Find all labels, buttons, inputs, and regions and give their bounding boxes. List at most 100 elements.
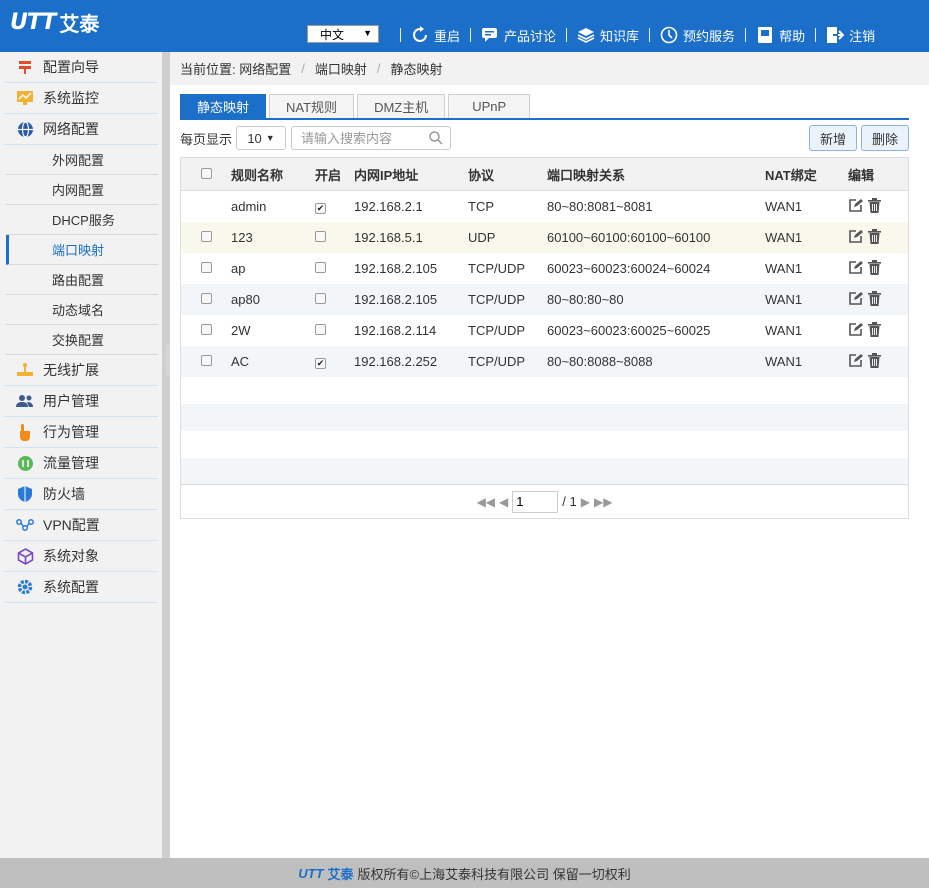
edit-icon[interactable] xyxy=(848,198,863,216)
edit-icon[interactable] xyxy=(848,229,863,247)
last-page-icon[interactable]: ▶▶ xyxy=(594,495,612,509)
sidebar-item-wireless[interactable]: 无线扩展 xyxy=(4,355,158,386)
port-mapping: 60023~60023:60024~60024 xyxy=(547,261,711,276)
edit-icon[interactable] xyxy=(848,260,863,278)
page-input[interactable] xyxy=(512,490,559,513)
row-select-cell xyxy=(181,354,231,369)
tab-static-mapping[interactable]: 静态映射 xyxy=(180,94,267,118)
knowledge-base-icon xyxy=(577,26,595,44)
sidebar-item-objects[interactable]: 系统对象 xyxy=(4,541,158,572)
language-select[interactable]: 中文 ▼ xyxy=(307,25,379,43)
sidebar-item-label: 无线扩展 xyxy=(43,362,99,378)
breadcrumb-level3: 静态映射 xyxy=(390,62,443,77)
footer-logo-mark: UTT xyxy=(298,865,324,881)
delete-icon[interactable] xyxy=(868,228,881,247)
rule-name: ap80 xyxy=(231,292,260,307)
sidebar-scrollbar[interactable] xyxy=(162,52,170,858)
monitor-icon xyxy=(16,89,34,107)
sidebar-item-monitor[interactable]: 系统监控 xyxy=(4,83,158,114)
sub-item-label: 动态域名 xyxy=(52,303,105,318)
search-input[interactable] xyxy=(292,127,451,149)
nav-help[interactable]: 帮助 xyxy=(756,26,805,45)
row-checkbox[interactable] xyxy=(201,293,212,304)
delete-icon[interactable] xyxy=(868,352,881,371)
port-mapping: 60023~60023:60025~60025 xyxy=(547,323,711,338)
table-header: 规则名称 开启 内网IP地址 协议 端口映射关系 NAT绑定 编辑 xyxy=(181,158,908,191)
row-checkbox[interactable] xyxy=(201,262,212,273)
sidebar-item-users[interactable]: 用户管理 xyxy=(4,386,158,417)
row-select-cell xyxy=(181,323,231,338)
enabled-checkbox[interactable] xyxy=(315,324,326,335)
tab-upnp[interactable]: UPnP xyxy=(448,94,531,118)
edit-icon[interactable] xyxy=(848,353,863,371)
column-header: 编辑 xyxy=(848,167,875,183)
protocol: TCP/UDP xyxy=(468,261,526,276)
sidebar-item-firewall[interactable]: 防火墙 xyxy=(4,479,158,510)
select-all-checkbox[interactable] xyxy=(201,167,212,179)
rule-name: AC xyxy=(231,354,250,369)
sidebar-sub-ddns[interactable]: 动态域名 xyxy=(6,295,158,325)
sidebar-sub-routing[interactable]: 路由配置 xyxy=(6,265,158,295)
tab-dmz-host[interactable]: DMZ主机 xyxy=(357,94,446,118)
nav-restart[interactable]: 重启 xyxy=(411,26,460,45)
nav-discussion[interactable]: 产品讨论 xyxy=(481,26,556,45)
next-page-icon[interactable]: ▶ xyxy=(581,495,590,509)
protocol: TCP xyxy=(468,199,494,214)
column-header[interactable]: 端口映射关系 xyxy=(547,165,765,184)
delete-icon[interactable] xyxy=(868,321,881,340)
sidebar-sub-dhcp[interactable]: DHCP服务 xyxy=(6,205,158,235)
top-nav: 重启 产品讨论 知识库 预约服务 帮助 注销 xyxy=(390,24,875,46)
internal-ip: 192.168.5.1 xyxy=(354,230,423,245)
breadcrumb-level2[interactable]: 端口映射 xyxy=(315,59,367,78)
nav-divider xyxy=(400,28,401,42)
per-page-select[interactable]: 10 ▼ xyxy=(236,126,287,150)
enabled-checkbox[interactable] xyxy=(315,231,326,242)
first-page-icon[interactable]: ◀◀ xyxy=(477,495,495,509)
delete-icon[interactable] xyxy=(868,290,881,309)
search-icon[interactable] xyxy=(429,131,443,148)
sidebar-item-behavior[interactable]: 行为管理 xyxy=(4,417,158,448)
tab-nat-rules[interactable]: NAT规则 xyxy=(269,94,355,118)
traffic-icon xyxy=(16,454,34,472)
nav-label: 产品讨论 xyxy=(504,28,557,44)
column-header[interactable]: 内网IP地址 xyxy=(354,165,468,184)
nav-divider xyxy=(815,28,817,42)
sub-item-label: 路由配置 xyxy=(52,273,105,288)
sidebar-item-network[interactable]: 网络配置 xyxy=(4,114,158,145)
sidebar-item-vpn[interactable]: VPN配置 xyxy=(4,510,158,541)
column-header[interactable]: 开启 xyxy=(310,165,354,184)
sidebar-sub-port-mapping[interactable]: 端口映射 xyxy=(6,235,158,265)
edit-icon[interactable] xyxy=(848,322,863,340)
row-select-cell xyxy=(181,292,231,307)
column-header[interactable]: NAT绑定 xyxy=(765,165,848,184)
delete-icon[interactable] xyxy=(868,197,881,216)
row-checkbox[interactable] xyxy=(201,355,212,366)
enabled-checkbox[interactable]: ✔ xyxy=(315,203,326,214)
nav-logout[interactable]: 注销 xyxy=(826,26,875,45)
sidebar-item-wizard[interactable]: 配置向导 xyxy=(4,52,158,83)
empty-row xyxy=(181,404,908,431)
delete-icon[interactable] xyxy=(868,259,881,278)
sidebar-item-traffic[interactable]: 流量管理 xyxy=(4,448,158,479)
sidebar-sub-lan[interactable]: 内网配置 xyxy=(6,175,158,205)
enabled-checkbox[interactable] xyxy=(315,262,326,273)
sidebar-item-settings[interactable]: 系统配置 xyxy=(4,572,158,603)
sidebar-sub-switch[interactable]: 交换配置 xyxy=(6,325,158,355)
nat-binding: WAN1 xyxy=(765,292,803,307)
column-header[interactable]: 规则名称 xyxy=(231,165,310,184)
nav-appointment[interactable]: 预约服务 xyxy=(660,26,735,45)
users-icon xyxy=(16,392,34,410)
empty-row xyxy=(181,458,908,485)
enabled-cell xyxy=(310,292,354,307)
prev-page-icon[interactable]: ◀ xyxy=(499,495,508,509)
edit-icon[interactable] xyxy=(848,291,863,309)
column-header[interactable]: 协议 xyxy=(468,165,547,184)
enabled-checkbox[interactable] xyxy=(315,293,326,304)
row-checkbox[interactable] xyxy=(201,231,212,242)
sidebar-sub-wan[interactable]: 外网配置 xyxy=(6,145,158,175)
enabled-checkbox[interactable]: ✔ xyxy=(315,358,326,369)
row-checkbox[interactable] xyxy=(201,324,212,335)
nav-knowledge-base[interactable]: 知识库 xyxy=(577,26,639,45)
add-button[interactable]: 新增 xyxy=(809,125,857,151)
delete-button[interactable]: 删除 xyxy=(861,125,909,151)
